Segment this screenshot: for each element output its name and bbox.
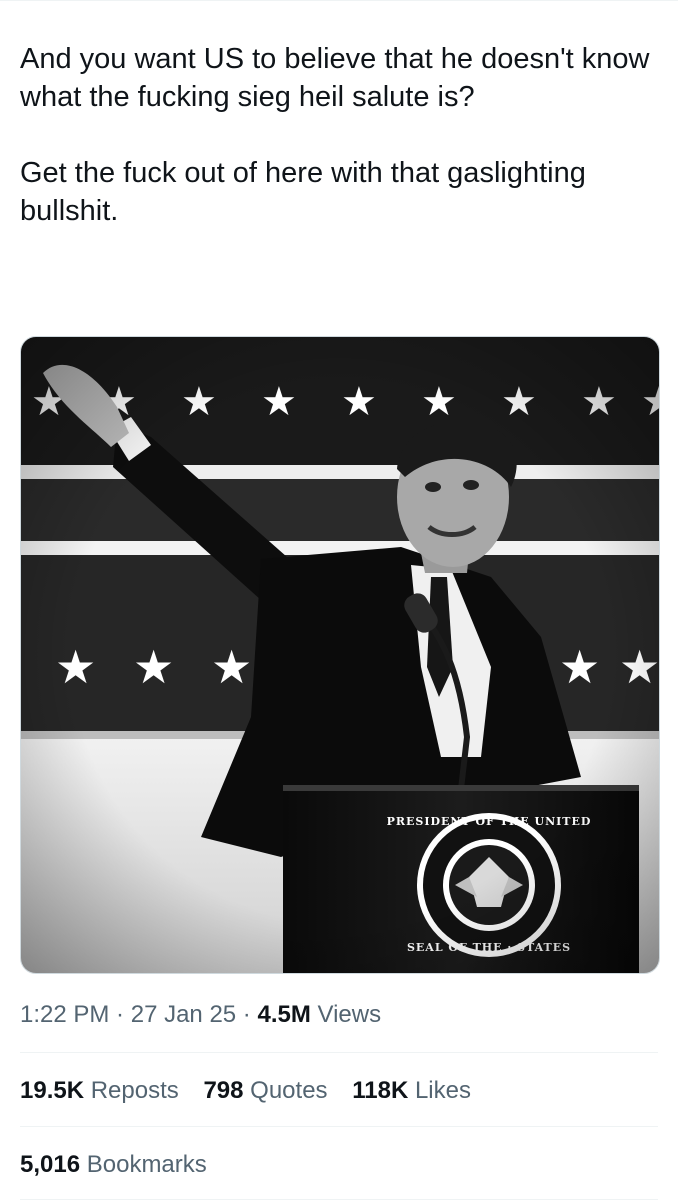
meta-separator: · bbox=[236, 1001, 258, 1028]
quotes-stat[interactable]: 798 Quotes bbox=[203, 1074, 327, 1108]
reposts-stat[interactable]: 19.5K Reposts bbox=[20, 1074, 179, 1108]
bookmarks-stat[interactable]: 5,016 Bookmarks bbox=[20, 1148, 207, 1182]
top-divider bbox=[0, 0, 678, 1]
photo-illustration: ★ ★ ★ ★ ★ ★ ★ ★ ★ ★ ★ ★ ★ ★ bbox=[21, 337, 659, 973]
quotes-count: 798 bbox=[203, 1077, 244, 1104]
likes-label: Likes bbox=[414, 1077, 471, 1104]
bookmarks-count: 5,016 bbox=[20, 1151, 81, 1178]
meta-separator: · bbox=[109, 1001, 131, 1028]
tweet-time[interactable]: 1:22 PM bbox=[20, 1001, 109, 1028]
likes-count: 118K bbox=[352, 1077, 409, 1104]
tweet-text-paragraph: Get the fuck out of here with that gasli… bbox=[20, 157, 586, 227]
quotes-label: Quotes bbox=[250, 1077, 328, 1104]
tweet-engagement-stats: 19.5K Reposts 798 Quotes 118K Likes bbox=[20, 1074, 489, 1108]
tweet-text: And you want US to believe that he doesn… bbox=[20, 40, 660, 268]
likes-stat[interactable]: 118K Likes bbox=[352, 1074, 471, 1108]
views-count: 4.5M bbox=[257, 1001, 311, 1028]
tweet-media-photo[interactable]: ★ ★ ★ ★ ★ ★ ★ ★ ★ ★ ★ ★ ★ ★ bbox=[20, 336, 660, 974]
tweet-timestamp-line: 1:22 PM · 27 Jan 25 · 4.5M Views bbox=[20, 998, 381, 1032]
tweet-date[interactable]: 27 Jan 25 bbox=[131, 1001, 236, 1028]
views-label: Views bbox=[317, 1001, 382, 1028]
reposts-label: Reposts bbox=[90, 1077, 179, 1104]
divider bbox=[20, 1126, 658, 1127]
divider bbox=[20, 1052, 658, 1053]
bookmarks-label: Bookmarks bbox=[86, 1151, 207, 1178]
tweet-text-paragraph: And you want US to believe that he doesn… bbox=[20, 43, 650, 113]
reposts-count: 19.5K bbox=[20, 1077, 85, 1104]
